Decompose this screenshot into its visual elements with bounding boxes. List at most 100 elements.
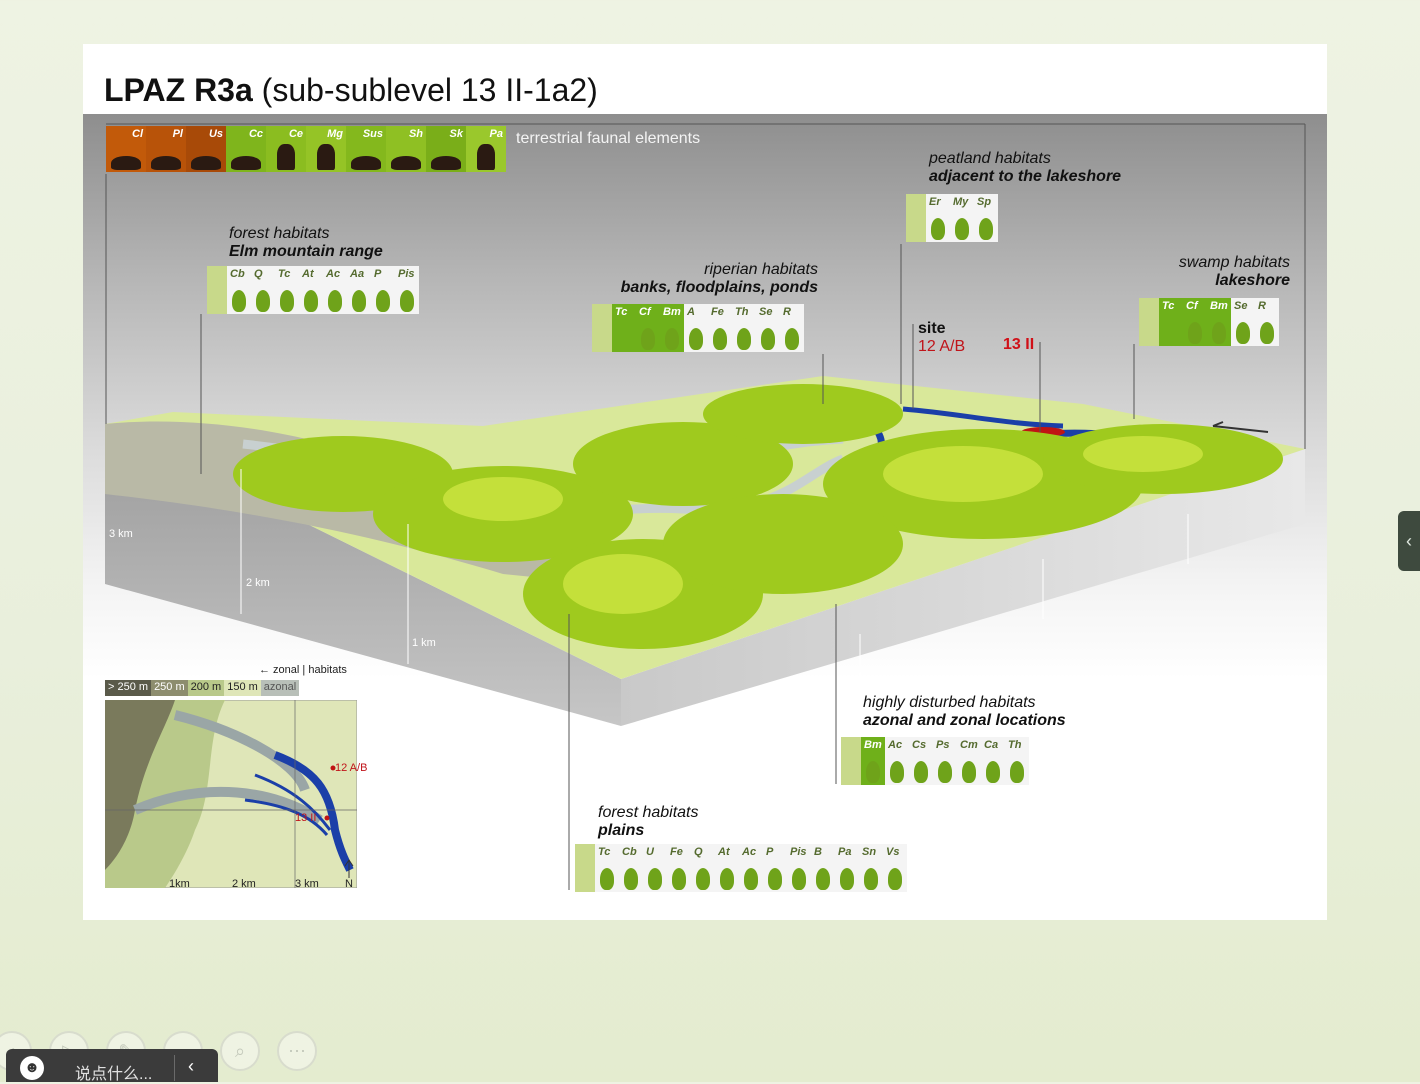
km-label: 1 km xyxy=(412,637,436,649)
plant-icon xyxy=(376,290,390,312)
species-code: Se xyxy=(759,306,773,318)
species-code: Cf xyxy=(1186,300,1198,312)
chat-input[interactable]: 说点什么... xyxy=(75,1060,152,1084)
species-code: B xyxy=(814,846,822,858)
chat-collapse-button[interactable]: ‹ xyxy=(188,1056,194,1077)
fauna-cell: Us xyxy=(186,126,226,172)
species-code: My xyxy=(953,196,969,208)
zoom-button[interactable]: ⌕ xyxy=(220,1031,260,1071)
zone-swatch xyxy=(841,737,861,785)
fauna-cell: Sk xyxy=(426,126,466,172)
species-cell: A xyxy=(684,304,708,352)
inset-north-label: N xyxy=(345,878,353,890)
species-cell: Th xyxy=(1005,737,1029,785)
more-button[interactable]: ⋯ xyxy=(277,1031,317,1071)
species-strip-forest-elm: Cb Q Tc At Ac Aa P Pis xyxy=(207,266,419,314)
plant-icon xyxy=(914,761,928,783)
animal-silhouette-icon xyxy=(431,156,461,170)
plant-icon xyxy=(400,290,414,312)
plant-icon xyxy=(744,868,758,890)
animal-silhouette-icon xyxy=(477,144,495,170)
animal-silhouette-icon xyxy=(351,156,381,170)
plant-icon xyxy=(938,761,952,783)
species-cell: Se xyxy=(756,304,780,352)
fauna-code: Pa xyxy=(489,128,503,140)
fauna-cell: Mg xyxy=(306,126,346,172)
chat-bar[interactable]: ☻ 说点什么... ‹ xyxy=(6,1049,218,1084)
species-code: Q xyxy=(694,846,703,858)
zone-swatch xyxy=(575,844,595,892)
plant-icon xyxy=(1188,322,1202,344)
species-cell: Aa xyxy=(347,266,371,314)
fauna-code: Sus xyxy=(362,128,383,140)
km-label: 3 km xyxy=(109,528,133,540)
species-cell: Cb xyxy=(619,844,643,892)
plant-icon xyxy=(955,218,969,240)
fauna-code: Sk xyxy=(449,128,463,140)
species-cell: Ac xyxy=(885,737,909,785)
species-cell: Sn xyxy=(859,844,883,892)
species-cell: Ac xyxy=(323,266,347,314)
plant-icon xyxy=(768,868,782,890)
species-cell: Vs xyxy=(883,844,907,892)
species-cell: Cf xyxy=(1183,298,1207,346)
animal-silhouette-icon xyxy=(277,144,295,170)
species-cell: R xyxy=(1255,298,1279,346)
species-cell: Pis xyxy=(395,266,419,314)
species-code: R xyxy=(1258,300,1266,312)
species-cell: Bm xyxy=(1207,298,1231,346)
presentation-slide: LPAZ R3a (sub-sublevel 13 II-1a2) Cl Pl … xyxy=(83,44,1327,920)
species-cell: Cs xyxy=(909,737,933,785)
inset-legend-item: > 250 m xyxy=(105,680,152,696)
fauna-cell: Ce xyxy=(266,126,306,172)
zone-swatch xyxy=(1139,298,1159,346)
fauna-strip: Cl Pl Us Cc Ce Mg Sus Sh Sk Pa xyxy=(106,126,506,172)
species-code: A xyxy=(687,306,695,318)
species-cell: Ps xyxy=(933,737,957,785)
species-code: Ac xyxy=(326,268,341,280)
chat-divider xyxy=(174,1055,175,1081)
plant-icon xyxy=(866,761,880,783)
species-code: At xyxy=(302,268,314,280)
species-code: Cf xyxy=(639,306,651,318)
fauna-cell: Sh xyxy=(386,126,426,172)
plant-icon xyxy=(256,290,270,312)
species-cell: Se xyxy=(1231,298,1255,346)
fauna-code: Cl xyxy=(132,128,143,140)
species-cell: P xyxy=(371,266,395,314)
species-strip-peatland: Er My Sp xyxy=(906,194,998,242)
animal-silhouette-icon xyxy=(231,156,261,170)
species-code: P xyxy=(766,846,774,858)
species-cell: Pa xyxy=(835,844,859,892)
species-cell: Th xyxy=(732,304,756,352)
species-code: Ps xyxy=(936,739,950,751)
emoji-icon[interactable]: ☻ xyxy=(20,1056,44,1080)
species-code: Cm xyxy=(960,739,978,751)
animal-silhouette-icon xyxy=(391,156,421,170)
plant-icon xyxy=(737,328,751,350)
side-panel-toggle[interactable]: ‹ xyxy=(1398,511,1420,571)
plant-icon xyxy=(1010,761,1024,783)
species-code: Sn xyxy=(862,846,877,858)
label-forest-elm: forest habitats Elm mountain range xyxy=(229,225,383,260)
species-code: Tc xyxy=(615,306,628,318)
label-swamp: swamp habitats lakeshore xyxy=(1178,254,1290,289)
inset-legend-item: 250 m xyxy=(151,680,188,696)
species-code: Pis xyxy=(398,268,415,280)
inset-legend: > 250 m 250 m 200 m 150 m azonal xyxy=(105,680,300,696)
species-cell: U xyxy=(643,844,667,892)
species-cell: Fe xyxy=(708,304,732,352)
plant-icon xyxy=(232,290,246,312)
fauna-cell: Cl xyxy=(106,126,146,172)
species-code: Ac xyxy=(742,846,757,858)
fauna-code: Sh xyxy=(408,128,423,140)
species-cell: B xyxy=(811,844,835,892)
fauna-code: Cc xyxy=(248,128,263,140)
species-cell: My xyxy=(950,194,974,242)
plant-icon xyxy=(931,218,945,240)
species-code: Se xyxy=(1234,300,1248,312)
species-cell: Cf xyxy=(636,304,660,352)
species-cell: Tc xyxy=(595,844,619,892)
species-cell: Fe xyxy=(667,844,691,892)
plant-icon xyxy=(979,218,993,240)
